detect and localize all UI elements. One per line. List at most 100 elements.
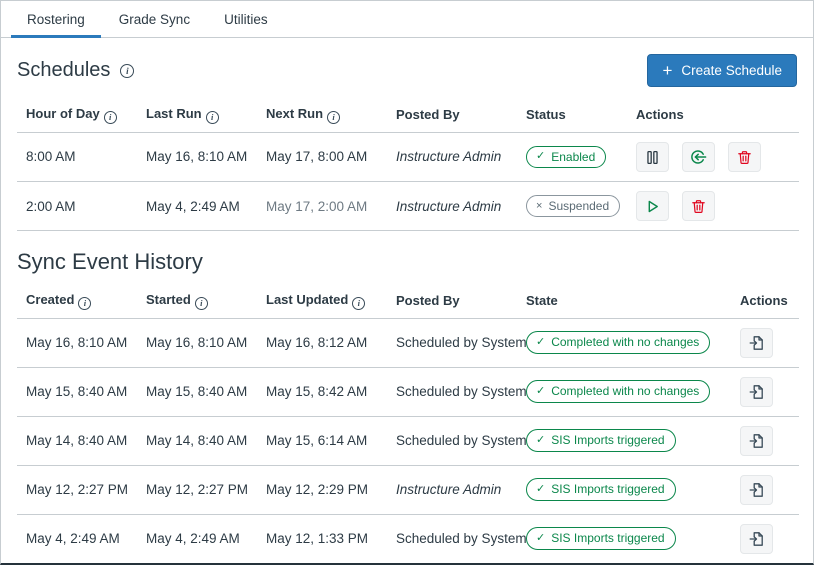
updated-cell: May 12, 1:33 PM <box>257 514 387 563</box>
col-actions: Actions <box>627 97 799 133</box>
delete-schedule-button[interactable] <box>727 142 761 172</box>
state-badge: ✓ Completed with no changes <box>526 380 711 403</box>
go-to-import-icon <box>748 334 766 352</box>
actions-cell <box>731 318 799 368</box>
view-import-button[interactable] <box>740 523 773 554</box>
check-icon: ✓ <box>536 150 546 163</box>
started-cell: May 4, 2:49 AM <box>137 514 257 563</box>
trash-icon <box>690 198 707 215</box>
create-schedule-label: Create Schedule <box>681 63 782 78</box>
schedules-header-row: Hour of Day i Last Run i Next Run i Posted … <box>17 97 799 133</box>
schedule-row: 2:00 AM May 4, 2:49 AM May 17, 2:00 AM I… <box>17 181 799 231</box>
posted-by-cell: Scheduled by System <box>387 514 527 563</box>
last-run-cell: May 4, 2:49 AM <box>137 181 257 231</box>
posted-by-cell: Instructure Admin <box>387 132 517 182</box>
rostering-page: Rostering Grade Sync Utilities Schedules… <box>0 0 814 565</box>
col-next-run: Next Run i <box>257 97 387 133</box>
state-badge: ✓ SIS Imports triggered <box>526 429 676 452</box>
check-icon: ✓ <box>536 483 546 495</box>
view-import-button[interactable] <box>740 376 773 407</box>
started-cell: May 16, 8:10 AM <box>137 318 257 368</box>
col-posted-by: Posted By <box>387 283 517 319</box>
history-row: May 16, 8:10 AM May 16, 8:10 AM May 16, … <box>17 318 799 368</box>
plus-icon: + <box>662 61 673 80</box>
started-cell: May 15, 8:40 AM <box>137 367 257 417</box>
updated-cell: May 16, 8:12 AM <box>257 318 387 368</box>
info-icon[interactable]: i <box>194 296 208 310</box>
schedules-table: Hour of Day i Last Run i Next Run i Posted … <box>17 97 799 231</box>
sync-event-history-table: Created i Started i Last Updated i Posted B… <box>17 283 799 563</box>
created-cell: May 15, 8:40 AM <box>17 367 137 417</box>
updated-cell: May 12, 2:29 PM <box>257 465 387 515</box>
info-icon[interactable]: i <box>352 296 366 310</box>
col-started: Started i <box>137 283 257 319</box>
run-now-button[interactable] <box>681 141 715 172</box>
check-icon: ✓ <box>536 336 546 348</box>
info-icon[interactable]: i <box>327 110 341 124</box>
posted-by-cell: Scheduled by System <box>387 318 527 368</box>
view-import-button[interactable] <box>740 425 773 456</box>
info-icon[interactable]: i <box>78 296 92 310</box>
trash-icon <box>736 149 753 166</box>
info-icon[interactable]: i <box>103 110 117 124</box>
posted-by-cell: Scheduled by System <box>387 367 527 417</box>
created-cell: May 12, 2:27 PM <box>17 465 137 515</box>
posted-by-cell: Instructure Admin <box>387 465 517 515</box>
pause-schedule-button[interactable] <box>636 142 669 172</box>
delete-schedule-button[interactable] <box>681 191 715 221</box>
info-icon[interactable]: i <box>205 110 219 124</box>
col-status: Status <box>517 97 627 133</box>
cross-icon: × <box>536 199 543 212</box>
created-cell: May 4, 2:49 AM <box>17 514 137 563</box>
hour-cell: 2:00 AM <box>17 181 137 231</box>
history-row: May 15, 8:40 AM May 15, 8:40 AM May 15, … <box>17 367 799 417</box>
actions-cell <box>627 181 799 231</box>
state-cell: ✓ SIS Imports triggered <box>517 514 731 563</box>
resume-schedule-button[interactable] <box>636 191 669 221</box>
tab-bar: Rostering Grade Sync Utilities <box>1 1 813 38</box>
sync-event-history-title: Sync Event History <box>17 249 203 274</box>
tab-grade-sync[interactable]: Grade Sync <box>102 1 207 37</box>
updated-cell: May 15, 6:14 AM <box>257 416 387 466</box>
check-icon: ✓ <box>536 532 546 544</box>
col-hour-of-day: Hour of Day i <box>17 97 137 133</box>
state-cell: ✓ Completed with no changes <box>517 367 731 417</box>
col-last-updated: Last Updated i <box>257 283 387 319</box>
go-to-import-icon <box>748 383 766 401</box>
col-posted-by: Posted By <box>387 97 517 133</box>
create-schedule-button[interactable]: + Create Schedule <box>647 54 797 87</box>
state-badge: ✓ SIS Imports triggered <box>526 527 676 550</box>
col-last-run: Last Run i <box>137 97 257 133</box>
tab-rostering[interactable]: Rostering <box>10 1 102 38</box>
actions-cell <box>731 465 799 515</box>
play-icon <box>644 198 661 215</box>
go-to-import-icon <box>748 530 766 548</box>
created-cell: May 14, 8:40 AM <box>17 416 137 466</box>
schedules-title-text: Schedules <box>17 59 111 81</box>
state-badge: ✓ SIS Imports triggered <box>526 478 676 501</box>
view-import-button[interactable] <box>740 474 773 505</box>
view-import-button[interactable] <box>740 327 773 358</box>
tab-utilities[interactable]: Utilities <box>207 1 285 37</box>
last-run-cell: May 16, 8:10 AM <box>137 132 257 182</box>
next-run-cell: May 17, 2:00 AM <box>257 181 387 231</box>
col-actions: Actions <box>731 283 799 319</box>
status-cell: × Suspended <box>517 181 627 231</box>
state-cell: ✓ Completed with no changes <box>517 318 731 368</box>
actions-cell <box>627 132 799 182</box>
col-created: Created i <box>17 283 137 319</box>
state-cell: ✓ SIS Imports triggered <box>517 465 731 515</box>
history-row: May 4, 2:49 AM May 4, 2:49 AM May 12, 1:… <box>17 514 799 563</box>
run-sync-icon <box>689 148 707 166</box>
posted-by-cell: Instructure Admin <box>387 181 517 231</box>
history-header-row: Created i Started i Last Updated i Posted B… <box>17 283 799 319</box>
actions-cell <box>731 514 799 563</box>
posted-by-cell: Scheduled by System <box>387 416 527 466</box>
history-row: May 12, 2:27 PM May 12, 2:27 PM May 12, … <box>17 465 799 515</box>
pause-icon <box>644 149 661 166</box>
info-icon[interactable]: i <box>120 63 135 78</box>
created-cell: May 16, 8:10 AM <box>17 318 137 368</box>
started-cell: May 14, 8:40 AM <box>137 416 257 466</box>
next-run-cell: May 17, 8:00 AM <box>257 132 387 182</box>
state-badge: ✓ Completed with no changes <box>526 331 711 354</box>
